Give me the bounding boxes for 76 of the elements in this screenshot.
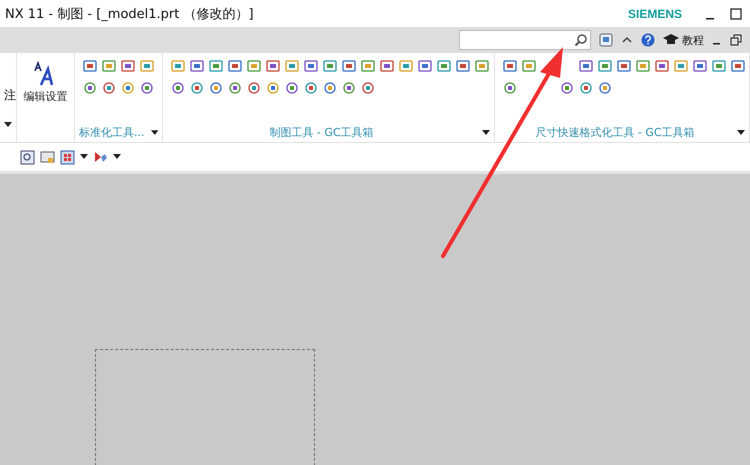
tool-icon[interactable] <box>418 59 432 73</box>
brand-logo-text: SIEMENS <box>628 6 682 20</box>
maximize-icon[interactable] <box>730 8 742 20</box>
tool-icon[interactable] <box>560 81 574 95</box>
group-title: 标准化工具... <box>79 125 144 140</box>
tool-icon[interactable] <box>285 59 299 73</box>
tool-icon[interactable] <box>83 59 97 73</box>
selection-icon[interactable] <box>93 150 108 164</box>
tool-icon[interactable] <box>693 59 707 73</box>
help-icon[interactable] <box>641 33 655 47</box>
tool-icon[interactable] <box>190 81 204 95</box>
search-icon[interactable] <box>574 33 588 47</box>
tool-icon[interactable] <box>228 81 242 95</box>
search-field[interactable] <box>459 30 591 50</box>
ribbon-button-label[interactable]: 注 <box>4 87 16 104</box>
tool-icon[interactable] <box>121 81 135 95</box>
tool-icon[interactable] <box>598 59 612 73</box>
tool-icon[interactable] <box>171 81 185 95</box>
window-icon[interactable] <box>599 33 613 47</box>
group-title: 尺寸快速格式化工具 - GC工具箱 <box>534 125 696 140</box>
tool-icon[interactable] <box>712 59 726 73</box>
tool-icon[interactable] <box>399 59 413 73</box>
edit-settings-button[interactable]: 编辑设置 <box>21 59 70 106</box>
tool-icon[interactable] <box>380 59 394 73</box>
tool-icon[interactable] <box>522 59 536 73</box>
tool-icon[interactable] <box>475 59 489 73</box>
tool-icon[interactable] <box>266 81 280 95</box>
tool-icon[interactable] <box>437 59 451 73</box>
tool-icon[interactable] <box>617 59 631 73</box>
tool-icon[interactable] <box>190 59 204 73</box>
tool-icon[interactable] <box>503 81 517 95</box>
tool-icon[interactable] <box>209 81 223 95</box>
tool-icon[interactable] <box>674 59 688 73</box>
tool-icon[interactable] <box>503 59 517 73</box>
tool-icon[interactable] <box>171 59 185 73</box>
tool-icon[interactable] <box>247 81 261 95</box>
dropdown-icon[interactable] <box>113 154 121 160</box>
tool-icon[interactable] <box>266 59 280 73</box>
tool-icon[interactable] <box>655 59 669 73</box>
tool-icon[interactable] <box>121 59 135 73</box>
tool-icon[interactable] <box>456 59 470 73</box>
tool-icon[interactable] <box>579 59 593 73</box>
group-title: 制图工具 - GC工具箱 <box>268 125 375 140</box>
tool-icon[interactable] <box>140 59 154 73</box>
tool-icon[interactable] <box>304 59 318 73</box>
tool-icon[interactable] <box>102 81 116 95</box>
tool-icon[interactable] <box>228 59 242 73</box>
zoom-view-icon[interactable] <box>20 150 35 164</box>
tool-icon[interactable] <box>83 81 97 95</box>
tool-icon[interactable] <box>342 59 356 73</box>
tool-icon[interactable] <box>102 59 116 73</box>
tool-icon[interactable] <box>361 59 375 73</box>
dropdown-icon[interactable] <box>80 154 88 160</box>
tool-icon[interactable] <box>731 59 745 73</box>
restore-icon[interactable] <box>730 34 742 46</box>
window-title: NX 11 - 制图 - [_model1.prt （修改的）] <box>5 6 255 22</box>
dropdown-icon[interactable] <box>4 122 12 128</box>
tool-icon[interactable] <box>598 81 612 95</box>
dropdown-icon[interactable] <box>482 130 490 136</box>
dropdown-icon[interactable] <box>150 130 158 136</box>
tool-icon[interactable] <box>247 59 261 73</box>
tool-icon[interactable] <box>285 81 299 95</box>
sheet-icon[interactable] <box>40 150 55 164</box>
tool-icon[interactable] <box>636 59 650 73</box>
tool-icon[interactable] <box>140 81 154 95</box>
tool-icon[interactable] <box>209 59 223 73</box>
tool-icon[interactable] <box>323 59 337 73</box>
tool-icon[interactable] <box>304 81 318 95</box>
tool-icon[interactable] <box>342 81 356 95</box>
graduation-cap-icon <box>663 34 679 46</box>
tool-icon[interactable] <box>323 81 337 95</box>
tool-icon[interactable] <box>361 81 375 95</box>
grid-icon[interactable] <box>60 150 75 164</box>
tool-icon[interactable] <box>579 81 593 95</box>
tutorial-button[interactable]: 教程 <box>663 32 704 48</box>
dropdown-icon[interactable] <box>737 130 745 136</box>
